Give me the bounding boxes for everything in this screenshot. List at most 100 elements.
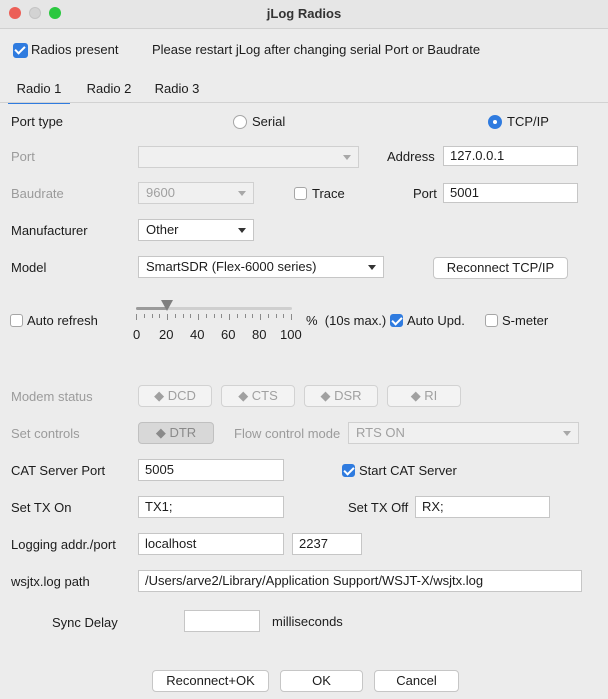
slider-tick: [260, 314, 261, 320]
dsr-indicator: ◆ DSR: [304, 385, 378, 407]
logging-addr-field[interactable]: localhost: [138, 533, 284, 555]
auto-refresh-checkbox[interactable]: [10, 314, 23, 327]
tx-off-field[interactable]: RX;: [415, 496, 550, 518]
slider-label-60: 60: [221, 327, 236, 342]
slider-label-40: 40: [190, 327, 205, 342]
slider-tick: [237, 314, 238, 318]
slider-tick: [136, 314, 137, 320]
start-cat-server-label: Start CAT Server: [359, 463, 457, 478]
cts-indicator: ◆ CTS: [221, 385, 295, 407]
title-bar: jLog Radios: [0, 0, 608, 29]
address-label: Address: [387, 149, 435, 164]
tab-divider: [0, 102, 608, 103]
serial-radio[interactable]: [233, 115, 247, 129]
slider-tick: [152, 314, 153, 318]
dsr-label: DSR: [334, 388, 362, 403]
auto-upd-checkbox[interactable]: [390, 314, 403, 327]
sync-delay-label: Sync Delay: [52, 615, 118, 630]
slider-tick: [198, 314, 199, 320]
baudrate-value: 9600: [146, 185, 175, 200]
reconnect-ok-button[interactable]: Reconnect+OK: [152, 670, 269, 692]
port-type-label: Port type: [11, 114, 64, 129]
reconnect-tcpip-button[interactable]: Reconnect TCP/IP: [433, 257, 568, 279]
tx-on-label: Set TX On: [11, 500, 72, 515]
slider-tick: [214, 314, 215, 318]
model-label: Model: [11, 260, 47, 275]
auto-refresh-slider[interactable]: [136, 300, 292, 314]
serial-port-select[interactable]: [138, 146, 359, 168]
dcd-label: DCD: [167, 388, 196, 403]
model-select[interactable]: SmartSDR (Flex-6000 series): [138, 256, 384, 278]
slider-tick: [229, 314, 230, 320]
slider-tick: [268, 314, 269, 318]
model-value: SmartSDR (Flex-6000 series): [146, 259, 317, 274]
chevron-down-icon: [238, 191, 246, 196]
baudrate-select[interactable]: 9600: [138, 182, 254, 204]
chevron-down-icon: [238, 228, 246, 233]
sync-delay-unit: milliseconds: [272, 614, 343, 629]
restart-notice: Please restart jLog after changing seria…: [152, 42, 481, 57]
tab-radio-1[interactable]: Radio 1: [8, 80, 70, 104]
start-cat-server-checkbox[interactable]: [342, 464, 355, 477]
sync-delay-field[interactable]: [184, 610, 260, 632]
cat-server-port-field[interactable]: 5005: [138, 459, 284, 481]
modem-status-label: Modem status: [11, 389, 93, 404]
slider-label-100: 100: [280, 327, 302, 342]
slider-label-0: 0: [133, 327, 141, 342]
slider-label-20: 20: [159, 327, 174, 342]
trace-label: Trace: [312, 186, 345, 201]
logging-port-field[interactable]: 2237: [292, 533, 362, 555]
chevron-down-icon: [563, 431, 571, 436]
slider-tick: [183, 314, 184, 318]
slider-tick: [159, 314, 160, 318]
smeter-checkbox[interactable]: [485, 314, 498, 327]
smeter-label: S-meter: [502, 313, 549, 328]
baudrate-label: Baudrate: [11, 186, 64, 201]
tcpip-radio[interactable]: [488, 115, 502, 129]
tab-radio-2[interactable]: Radio 2: [78, 80, 140, 102]
slider-tick: [283, 314, 284, 318]
tcp-port-label: Port: [413, 186, 437, 201]
tcpip-radio-label: TCP/IP: [507, 114, 549, 129]
slider-tick: [175, 314, 176, 318]
cat-server-port-label: CAT Server Port: [11, 463, 106, 478]
slider-tick: [144, 314, 145, 318]
serial-radio-label: Serial: [252, 114, 286, 129]
auto-refresh-label: Auto refresh: [27, 313, 98, 328]
refresh-unit-text: % (10s max.): [306, 313, 387, 328]
tab-radio-3[interactable]: Radio 3: [146, 80, 208, 102]
slider-tick: [167, 314, 168, 320]
set-controls-label: Set controls: [11, 426, 80, 441]
flow-control-label: Flow control mode: [234, 426, 341, 441]
dtr-toggle[interactable]: ◆ DTR: [138, 422, 214, 444]
radios-present-checkbox[interactable]: [13, 43, 28, 58]
logging-addr-label: Logging addr./port: [11, 537, 116, 552]
manufacturer-select[interactable]: Other: [138, 219, 254, 241]
cts-label: CTS: [251, 388, 278, 403]
trace-checkbox[interactable]: [294, 187, 307, 200]
auto-upd-label: Auto Upd.: [407, 313, 465, 328]
cancel-button[interactable]: Cancel: [374, 670, 459, 692]
ri-indicator: ◆ RI: [387, 385, 461, 407]
slider-tick: [245, 314, 246, 318]
slider-tick: [276, 314, 277, 318]
tx-on-field[interactable]: TX1;: [138, 496, 284, 518]
flow-control-value: RTS ON: [356, 425, 405, 440]
ok-button[interactable]: OK: [280, 670, 363, 692]
slider-tick: [190, 314, 191, 318]
slider-tick: [221, 314, 222, 318]
slider-tick: [206, 314, 207, 318]
wsjtx-path-field[interactable]: /Users/arve2/Library/Application Support…: [138, 570, 582, 592]
address-field[interactable]: 127.0.0.1: [443, 146, 578, 166]
dtr-label: DTR: [169, 425, 197, 440]
slider-tick: [252, 314, 253, 318]
radios-present-label: Radios present: [31, 42, 119, 57]
dcd-indicator: ◆ DCD: [138, 385, 212, 407]
wsjtx-path-label: wsjtx.log path: [11, 574, 90, 589]
slider-thumb[interactable]: [161, 300, 173, 311]
slider-label-80: 80: [252, 327, 267, 342]
chevron-down-icon: [368, 265, 376, 270]
flow-control-select[interactable]: RTS ON: [348, 422, 579, 444]
ri-label: RI: [424, 388, 438, 403]
tcp-port-field[interactable]: 5001: [443, 183, 578, 203]
